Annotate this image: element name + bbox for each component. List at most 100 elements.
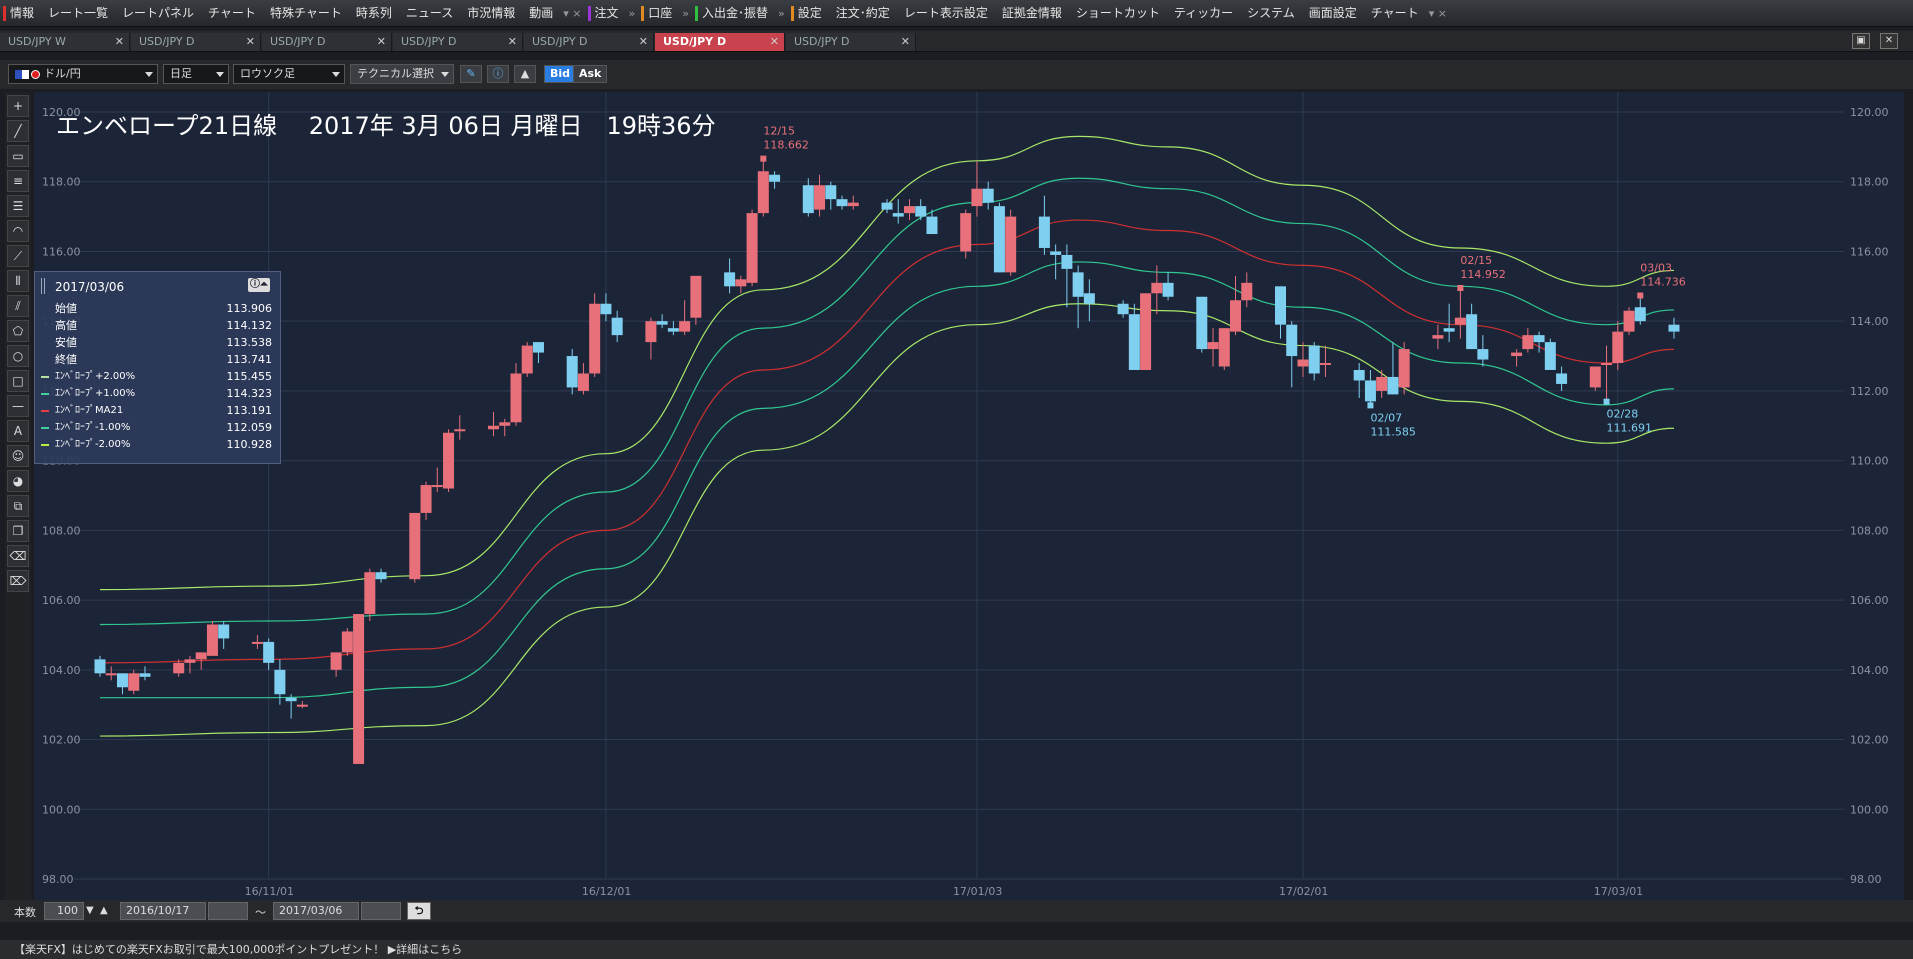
info-row: ｴﾝﾍﾞﾛｰﾌﾟ-1.00% 112.059	[35, 419, 282, 436]
menu-expand-icon[interactable]: ▾ ×	[560, 7, 584, 20]
close-tab-icon[interactable]: ✕	[901, 33, 910, 51]
range-bar: 本数 100 ▼ ▲ 2016/10/17 ～ 2017/03/06 ⮌	[0, 900, 1913, 922]
to-time-input[interactable]	[361, 902, 401, 920]
menu-expand-icon[interactable]: »	[626, 7, 639, 20]
close-window-icon[interactable]: ✕	[1880, 33, 1898, 49]
menu-item[interactable]: チャート	[1364, 0, 1426, 26]
info-collapse-icon[interactable]: ⓘ⏶	[248, 278, 270, 292]
close-tab-icon[interactable]: ✕	[770, 33, 779, 51]
candle-body	[341, 631, 353, 653]
candle-body	[1387, 376, 1399, 395]
rectangle-icon[interactable]: □	[7, 370, 29, 392]
close-tab-icon[interactable]: ✕	[115, 33, 124, 51]
horizontal-lines-icon[interactable]: ≡	[7, 170, 29, 192]
text-icon[interactable]: A	[7, 420, 29, 442]
channel-icon[interactable]: ⫽	[7, 295, 29, 317]
menu-item[interactable]: ショートカット	[1069, 0, 1167, 26]
info-icon[interactable]: ⓘ	[487, 65, 509, 83]
info-value: 113.741	[226, 353, 273, 366]
candle-body	[589, 303, 601, 374]
close-tab-icon[interactable]: ✕	[246, 33, 255, 51]
close-tab-icon[interactable]: ✕	[639, 33, 648, 51]
menu-item[interactable]: ティッカー	[1167, 0, 1240, 26]
chart-area[interactable]: 98.00 98.00 100.00 100.00 102.00 102.00 104.00…	[34, 92, 1904, 900]
menu-item[interactable]: 口座	[638, 0, 679, 26]
candle-body	[611, 317, 623, 336]
delete-all-icon[interactable]: ⌦	[7, 570, 29, 592]
menu-item[interactable]: 注文	[585, 0, 626, 26]
close-tab-icon[interactable]: ✕	[508, 33, 517, 51]
candle-body	[679, 321, 691, 332]
from-time-input[interactable]	[208, 902, 248, 920]
circle-icon[interactable]: ○	[7, 345, 29, 367]
chart-tab[interactable]: USD/JPY D ✕	[786, 33, 916, 51]
menu-item[interactable]: レート表示設定	[897, 0, 995, 26]
menu-expand-icon[interactable]: ▾ ×	[1426, 7, 1450, 20]
menu-item[interactable]: 動画	[522, 0, 560, 26]
menu-item[interactable]: 設定	[788, 0, 829, 26]
from-date-input[interactable]: 2016/10/17	[120, 902, 206, 920]
count-up-icon[interactable]: ▲	[100, 905, 108, 916]
candle-body	[251, 641, 263, 644]
menu-item[interactable]: チャート	[201, 0, 263, 26]
count-input[interactable]: 100	[44, 902, 84, 920]
to-date-input[interactable]: 2017/03/06	[273, 902, 359, 920]
info-value: 113.191	[226, 404, 273, 417]
menu-expand-icon[interactable]: »	[679, 7, 692, 20]
chart-tab[interactable]: USD/JPY W ✕	[0, 33, 130, 51]
chart-type-select[interactable]: ロウソク足	[233, 64, 345, 84]
extreme-marker	[760, 155, 767, 162]
arc-icon[interactable]: ◠	[7, 220, 29, 242]
menu-item[interactable]: 時系列	[349, 0, 399, 26]
chart-tab[interactable]: USD/JPY D ✕	[655, 33, 785, 51]
menu-item[interactable]: 入出金･振替	[692, 0, 775, 26]
fibonacci-icon[interactable]: ☰	[7, 195, 29, 217]
fan-icon[interactable]: ⟋	[7, 245, 29, 267]
emoji-icon[interactable]: ☺	[7, 445, 29, 467]
candle-body	[1319, 363, 1331, 366]
annotation-date: 02/28	[1607, 408, 1639, 421]
status-ticker[interactable]: 【楽天FX】はじめての楽天FXお取引で最大100,000ポイントプレゼント！ ▶…	[0, 940, 1913, 959]
ruler-icon[interactable]: ▭	[7, 145, 29, 167]
hline-icon[interactable]: —	[7, 395, 29, 417]
drag-handle[interactable]	[41, 278, 45, 294]
chart-shape-icon[interactable]: ▲	[514, 65, 536, 83]
menu-item[interactable]: 市況情報	[460, 0, 522, 26]
bid-button[interactable]: Bid	[544, 65, 577, 83]
menu-item[interactable]: 情報	[0, 0, 41, 26]
menu-item[interactable]: レート一覧	[41, 0, 115, 26]
y-tick-label-right: 116.00	[1850, 245, 1889, 258]
eraser-icon[interactable]: ◕	[7, 470, 29, 492]
series-swatch	[41, 444, 49, 446]
restore-window-icon[interactable]: ▣	[1852, 33, 1870, 49]
menu-item[interactable]: 証拠金情報	[995, 0, 1069, 26]
annotation-date: 02/15	[1460, 254, 1492, 267]
menu-item[interactable]: 注文･約定	[829, 0, 897, 26]
technical-select[interactable]: テクニカル選択	[350, 64, 454, 84]
chart-tab[interactable]: USD/JPY D ✕	[262, 33, 392, 51]
menu-item[interactable]: 画面設定	[1302, 0, 1364, 26]
period-select[interactable]: 日足	[163, 64, 229, 84]
vertical-lines-icon[interactable]: ⦀	[7, 270, 29, 292]
trendline-icon[interactable]: ╱	[7, 120, 29, 142]
currency-pair-select[interactable]: ドル/円	[8, 64, 158, 84]
delete-icon[interactable]: ⌫	[7, 545, 29, 567]
menu-item[interactable]: 特殊チャート	[263, 0, 349, 26]
copy-icon[interactable]: ⧉	[7, 495, 29, 517]
count-down-icon[interactable]: ▼	[86, 905, 94, 916]
close-tab-icon[interactable]: ✕	[377, 33, 386, 51]
apply-range-icon[interactable]: ⮌	[407, 902, 431, 920]
pen-icon[interactable]: ✎	[460, 65, 482, 83]
layers-icon[interactable]: ❐	[7, 520, 29, 542]
menu-item[interactable]: レートパネル	[115, 0, 201, 26]
chart-tab[interactable]: USD/JPY D ✕	[131, 33, 261, 51]
crosshair-icon[interactable]: +	[7, 95, 29, 117]
ask-button[interactable]: Ask	[573, 65, 608, 83]
menu-expand-icon[interactable]: »	[775, 7, 788, 20]
info-label: ｴﾝﾍﾞﾛｰﾌﾟ+1.00%	[55, 388, 136, 399]
menu-item[interactable]: ニュース	[399, 0, 460, 26]
chart-tab[interactable]: USD/JPY D ✕	[393, 33, 523, 51]
pentagon-icon[interactable]: ⬠	[7, 320, 29, 342]
menu-item[interactable]: システム	[1240, 0, 1302, 26]
chart-tab[interactable]: USD/JPY D ✕	[524, 33, 654, 51]
